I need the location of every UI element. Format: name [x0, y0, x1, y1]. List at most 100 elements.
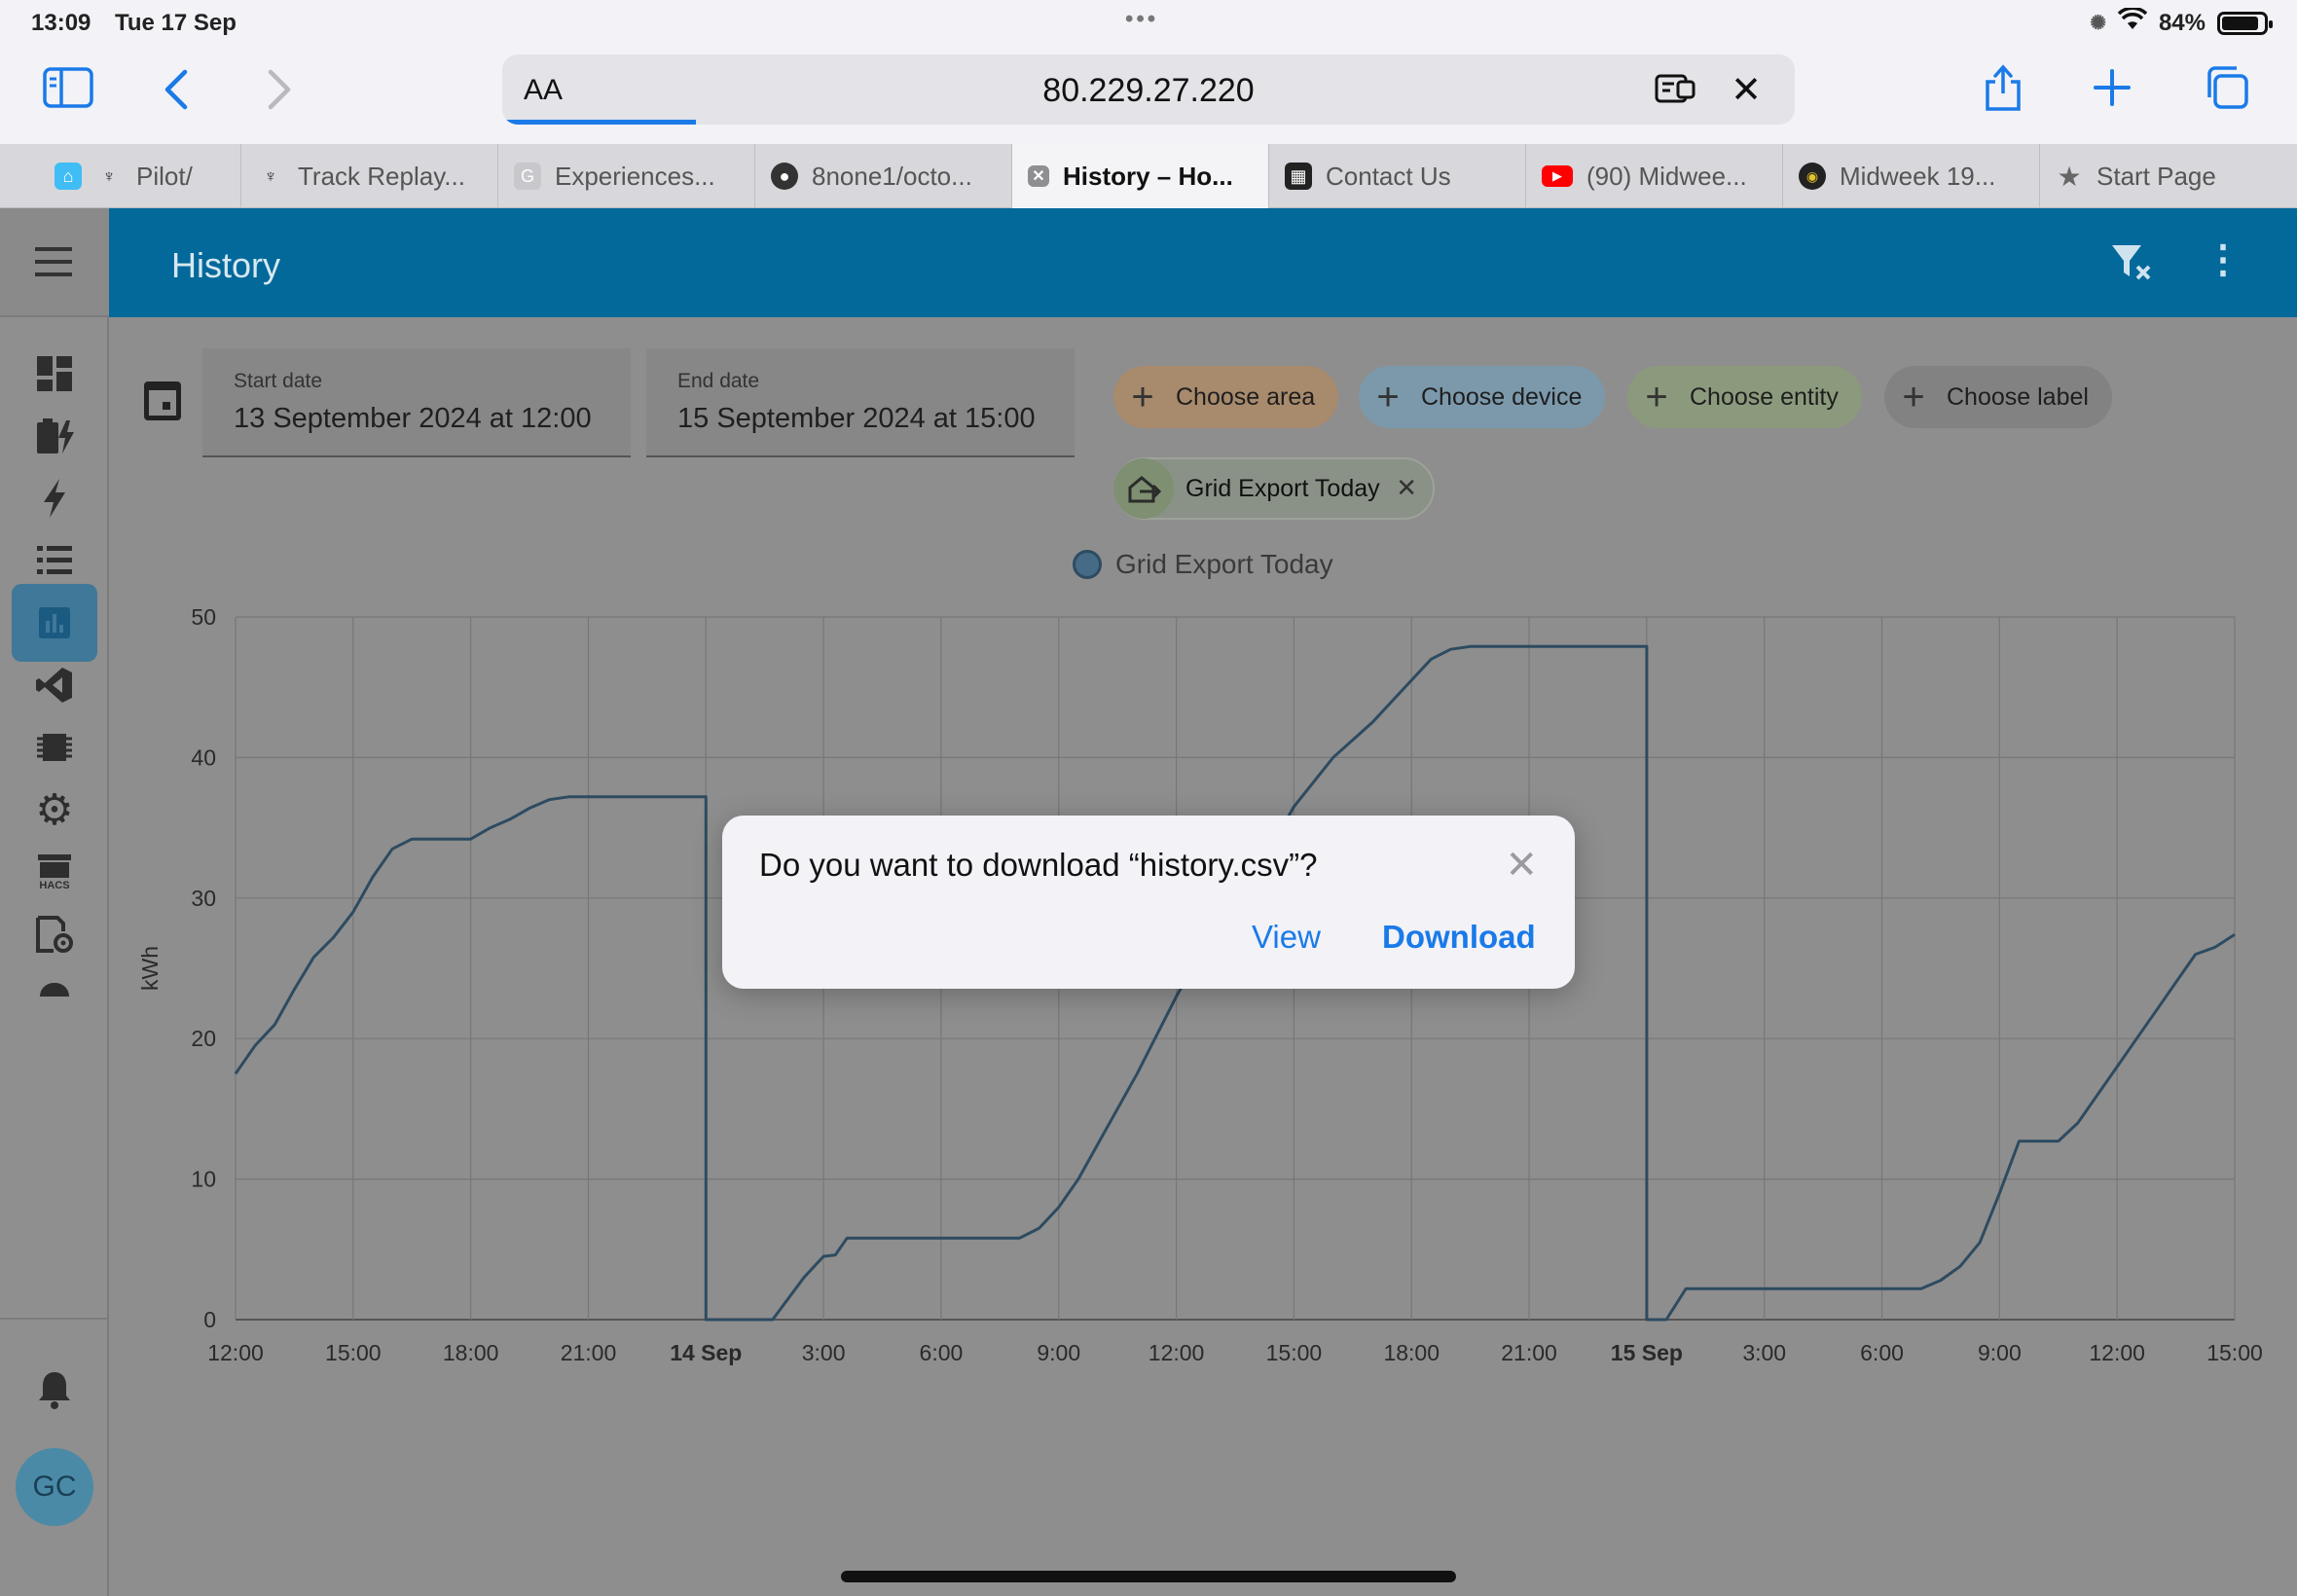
battery-percent: 84% [2158, 9, 2206, 36]
avatar[interactable]: GC [16, 1448, 93, 1526]
y-tick-label: 40 [191, 744, 216, 770]
tab-label: Contact Us [1326, 161, 1451, 191]
status-date: Tue 17 Sep [115, 10, 237, 36]
energy-icon [37, 418, 74, 453]
tab-history[interactable]: ✕ History – Ho... [1012, 144, 1269, 208]
wifi-icon [2117, 6, 2148, 38]
tab-youtube[interactable]: ▶ (90) Midwee... [1526, 144, 1783, 208]
sidebar-item-notifications[interactable] [12, 1351, 97, 1429]
logbook-icon [37, 546, 72, 574]
hacs-icon [38, 854, 71, 878]
download-button[interactable]: Download [1382, 919, 1536, 956]
tabs-overview-icon[interactable] [2204, 64, 2250, 119]
status-time: 13:09 [31, 10, 91, 36]
new-tab-icon[interactable] [2093, 68, 2132, 115]
browser-toolbar: AA 80.229.27.220 ✕ [0, 47, 2297, 144]
sidebar-icon[interactable] [43, 66, 93, 117]
url-text[interactable]: 80.229.27.220 [502, 72, 1795, 110]
antenna-icon: ♆ [102, 165, 116, 186]
filter-remove-icon[interactable] [2110, 243, 2153, 292]
settings-icon: ⚙ [35, 785, 74, 834]
y-tick-label: 50 [191, 604, 216, 630]
app-sidebar: ⚙ HACS GC [0, 208, 109, 1596]
x-tick-label: 12:00 [2089, 1340, 2145, 1365]
x-tick-label: 21:00 [561, 1340, 617, 1365]
y-tick-label: 30 [191, 886, 216, 911]
battery-icon [2217, 11, 2273, 35]
x-tick-label: 15:00 [2206, 1340, 2263, 1365]
page-title: History [171, 245, 281, 285]
antenna-icon: ♆ [264, 165, 277, 186]
menu-icon[interactable] [35, 247, 72, 276]
tab-github[interactable]: ● 8none1/octo... [755, 144, 1012, 208]
x-tick-label: 15:00 [325, 1340, 382, 1365]
x-tick-label: 12:00 [207, 1340, 264, 1365]
close-icon[interactable]: ✕ [1505, 843, 1538, 888]
share-icon[interactable] [1982, 62, 2024, 121]
tab-experiences[interactable]: G Experiences... [498, 144, 755, 208]
tab-label: History – Ho... [1063, 161, 1233, 191]
tab-label: Midweek 19... [1840, 161, 1996, 191]
download-dialog: Do you want to download “history.csv”? ✕… [722, 816, 1575, 989]
address-bar[interactable]: AA 80.229.27.220 ✕ [502, 54, 1795, 125]
close-tab-icon[interactable]: ✕ [1028, 165, 1049, 187]
view-button[interactable]: View [1252, 919, 1321, 956]
tab-label: Track Replay... [298, 161, 465, 191]
x-tick-label: 6:00 [920, 1340, 964, 1365]
reader-icon[interactable] [1655, 72, 1695, 113]
partial-icon [40, 983, 69, 997]
x-tick-label: 15:00 [1266, 1340, 1323, 1365]
tab-pilot[interactable]: ⌂ ♆ Pilot/ [43, 144, 241, 208]
hacs-label: HACS [39, 880, 70, 891]
status-indicators: ✺ 84% [2090, 6, 2273, 38]
app-header: History ⋮ [109, 208, 2297, 317]
dashboard-icon [37, 356, 72, 391]
x-tick-label: 3:00 [1742, 1340, 1786, 1365]
multitasking-dots-icon[interactable]: ••• [1125, 6, 1158, 33]
load-progress-bar [502, 120, 697, 125]
tab-bar: ⌂ ♆ Pilot/ ♆ Track Replay... G Experienc… [0, 144, 2297, 208]
x-tick-label: 18:00 [443, 1340, 499, 1365]
tab-label: Pilot/ [136, 161, 193, 191]
y-tick-label: 0 [203, 1307, 216, 1332]
x-tick-label: 12:00 [1148, 1340, 1205, 1365]
bell-icon [39, 1372, 70, 1409]
home-indicator[interactable] [841, 1571, 1456, 1582]
x-tick-label: 3:00 [802, 1340, 846, 1365]
history-icon [39, 607, 70, 638]
x-tick-label: 6:00 [1860, 1340, 1904, 1365]
forward-icon[interactable] [265, 68, 294, 119]
tab-midweek[interactable]: ◉ Midweek 19... [1783, 144, 2040, 208]
dialog-message: Do you want to download “history.csv”? [759, 847, 1318, 883]
x-tick-label: 14 Sep [670, 1340, 742, 1365]
x-tick-label: 18:00 [1383, 1340, 1440, 1365]
settings-file-icon [36, 916, 73, 953]
vscode-icon [36, 668, 72, 703]
g-icon: G [514, 163, 541, 190]
x-tick-label: 9:00 [1037, 1340, 1080, 1365]
tab-contact-us[interactable]: ▦ Contact Us [1269, 144, 1526, 208]
overflow-menu-icon[interactable]: ⋮ [2204, 237, 2242, 282]
train-icon: ▦ [1285, 163, 1312, 190]
chip-icon [37, 734, 72, 761]
lightning-icon [44, 479, 65, 518]
y-axis-title: kWh [137, 946, 163, 991]
tab-start-page[interactable]: ★ Start Page [2040, 144, 2297, 208]
github-icon: ● [771, 163, 798, 190]
sidebar-item-more[interactable] [12, 958, 97, 997]
podcast-icon: ◉ [1799, 163, 1826, 190]
star-icon: ★ [2057, 161, 2082, 192]
activity-icon: ✺ [2090, 13, 2106, 34]
tab-track-replay[interactable]: ♆ Track Replay... [241, 144, 498, 208]
tab-label: (90) Midwee... [1586, 161, 1747, 191]
y-tick-label: 10 [191, 1167, 216, 1192]
stop-loading-icon[interactable]: ✕ [1731, 68, 1762, 112]
tab-label: Start Page [2096, 161, 2216, 191]
x-tick-label: 9:00 [1978, 1340, 2022, 1365]
ha-favicon-icon: ⌂ [55, 163, 82, 190]
youtube-icon: ▶ [1542, 165, 1573, 187]
x-tick-label: 15 Sep [1611, 1340, 1683, 1365]
y-tick-label: 20 [191, 1026, 216, 1051]
back-icon[interactable] [162, 68, 191, 119]
x-tick-label: 21:00 [1501, 1340, 1557, 1365]
